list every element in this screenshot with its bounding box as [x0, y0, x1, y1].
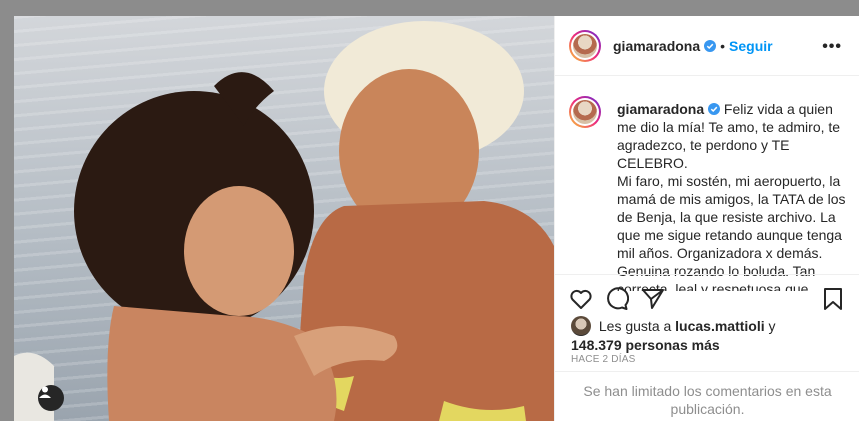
post-timestamp[interactable]: HACE 2 DÍAS	[571, 354, 635, 365]
caption-text: giamaradona Feliz vida a quien me dio la…	[617, 100, 849, 291]
verified-badge-icon	[704, 39, 717, 52]
comments-limited-notice: Se han limitado los comentarios en esta …	[555, 371, 859, 421]
child-face	[184, 186, 294, 316]
caption-line: que me sigue retando aunque tenga	[617, 227, 842, 243]
post-side-panel: giamaradona • Seguir ••• giamaradona Fel…	[554, 16, 859, 421]
caption-line: agradezco, te perdono y TE	[617, 137, 790, 153]
caption-line: de Benja, la que resiste archivo. La	[617, 209, 836, 225]
likes-prefix: Les gusta a	[598, 318, 672, 334]
author-avatar[interactable]	[569, 29, 601, 62]
liker-avatar[interactable]	[571, 316, 591, 336]
liker-username[interactable]: lucas.mattioli	[675, 318, 764, 334]
bookmark-icon[interactable]	[821, 287, 845, 311]
caption-username[interactable]: giamaradona	[617, 101, 704, 117]
post-photo[interactable]	[14, 16, 554, 421]
caption-line: me dio la mía! Te amo, te admiro, te	[617, 119, 841, 135]
likes-join: y	[768, 318, 776, 334]
follow-button[interactable]: Seguir	[729, 38, 773, 54]
verified-badge-icon	[708, 103, 721, 115]
likes-count[interactable]: 148.379 personas más	[571, 337, 720, 353]
comment-icon[interactable]	[605, 287, 629, 311]
user-tag-icon[interactable]	[38, 385, 64, 411]
more-options-icon[interactable]: •••	[822, 38, 842, 56]
post-header: giamaradona • Seguir •••	[555, 16, 859, 76]
paper-plane-icon[interactable]	[641, 287, 665, 311]
post-actions-bar	[555, 274, 859, 322]
caption-author-avatar[interactable]	[569, 96, 601, 128]
caption-line: Feliz vida a quien	[723, 101, 833, 117]
likes-summary: Les gusta a lucas.mattioli y 148.379 per…	[571, 316, 851, 354]
caption-line: CELEBRO.	[617, 155, 688, 171]
photo-illustration	[14, 21, 554, 421]
heart-icon[interactable]	[569, 287, 593, 311]
caption-line: Mi faro, mi sostén, mi aeropuerto, la	[617, 173, 841, 189]
instagram-post-modal: giamaradona • Seguir ••• giamaradona Fel…	[0, 0, 859, 421]
header-separator: •	[720, 37, 726, 54]
author-username[interactable]: giamaradona	[613, 38, 700, 54]
post-caption: giamaradona Feliz vida a quien me dio la…	[555, 96, 859, 291]
caption-line: mil años. Organizadora x demás.	[617, 245, 823, 261]
caption-line: mamá de mis amigos, la TATA de los	[617, 191, 846, 207]
